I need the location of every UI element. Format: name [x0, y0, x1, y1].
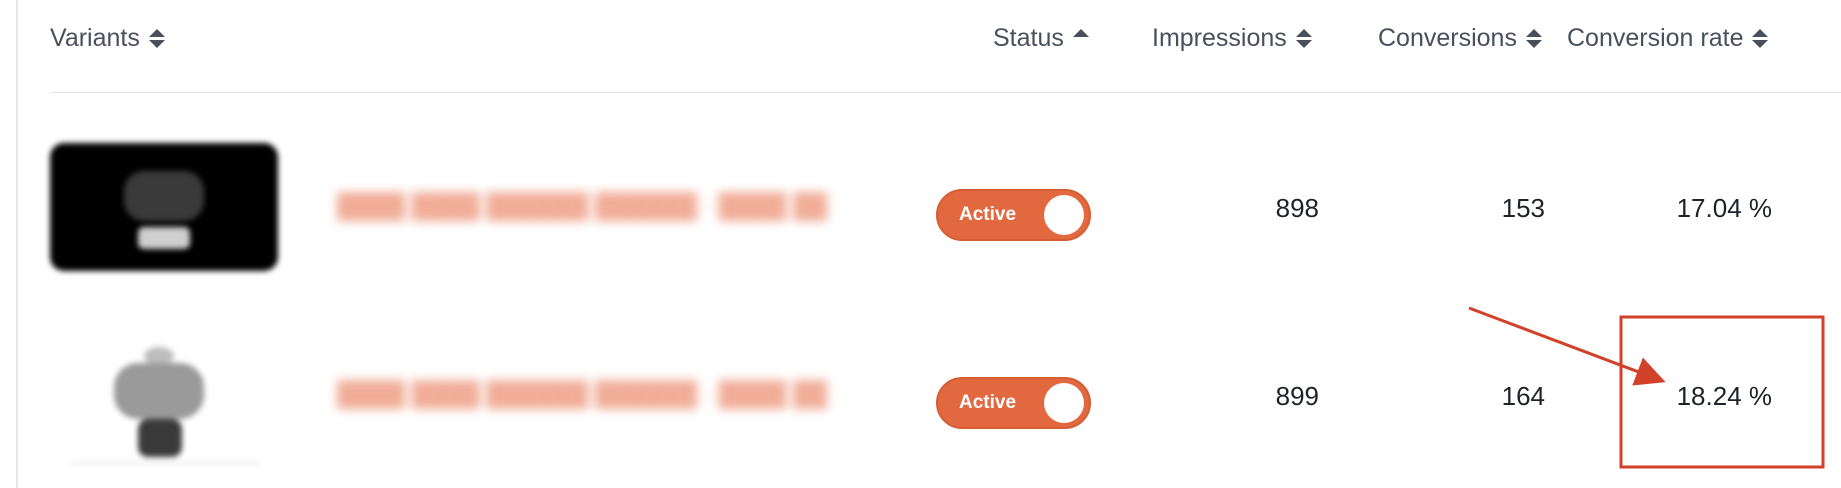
sort-icon[interactable]	[1525, 29, 1542, 48]
variant-thumbnail[interactable]	[70, 345, 260, 465]
left-border	[0, 0, 18, 488]
toggle-knob	[1044, 383, 1084, 423]
toggle-knob	[1044, 195, 1084, 235]
sort-icon[interactable]	[1295, 29, 1312, 48]
variant-name-blurred[interactable]: ████ ████ ██████ ██████ · ████ ██	[337, 381, 827, 409]
column-header-conversions-label: Conversions	[1378, 24, 1517, 52]
column-header-conversion-rate[interactable]: Conversion rate	[1567, 24, 1769, 53]
conversions-value: 164	[1501, 381, 1545, 411]
conversion-rate-value: 17.04 %	[1676, 193, 1772, 223]
column-header-impressions[interactable]: Impressions	[1152, 24, 1312, 53]
sort-icon[interactable]	[1752, 29, 1769, 48]
column-header-status-label: Status	[993, 24, 1064, 52]
impressions-value: 898	[1275, 193, 1319, 223]
column-header-variants[interactable]: Variants	[50, 24, 165, 53]
conversions-value: 153	[1501, 193, 1545, 223]
status-toggle-label: Active	[959, 204, 1017, 225]
sort-ascending-icon[interactable]	[1072, 28, 1089, 37]
annotation-arrow	[1468, 306, 1666, 386]
status-toggle[interactable]: Active	[936, 189, 1091, 241]
header-divider	[50, 92, 1841, 93]
status-toggle-label: Active	[959, 392, 1017, 413]
column-header-conversions[interactable]: Conversions	[1378, 24, 1542, 53]
column-header-variants-label: Variants	[50, 24, 140, 52]
conversion-rate-value: 18.24 %	[1676, 381, 1772, 411]
status-toggle[interactable]: Active	[936, 377, 1091, 429]
impressions-value: 899	[1275, 381, 1319, 411]
column-header-impressions-label: Impressions	[1152, 24, 1287, 52]
variant-name-blurred[interactable]: ████ ████ ██████ ██████ · ████ ██	[337, 193, 827, 221]
column-header-status[interactable]: Status	[993, 24, 1089, 53]
column-header-conversion-rate-label: Conversion rate	[1567, 24, 1744, 52]
variant-thumbnail[interactable]	[50, 143, 278, 271]
sort-icon[interactable]	[148, 29, 165, 48]
